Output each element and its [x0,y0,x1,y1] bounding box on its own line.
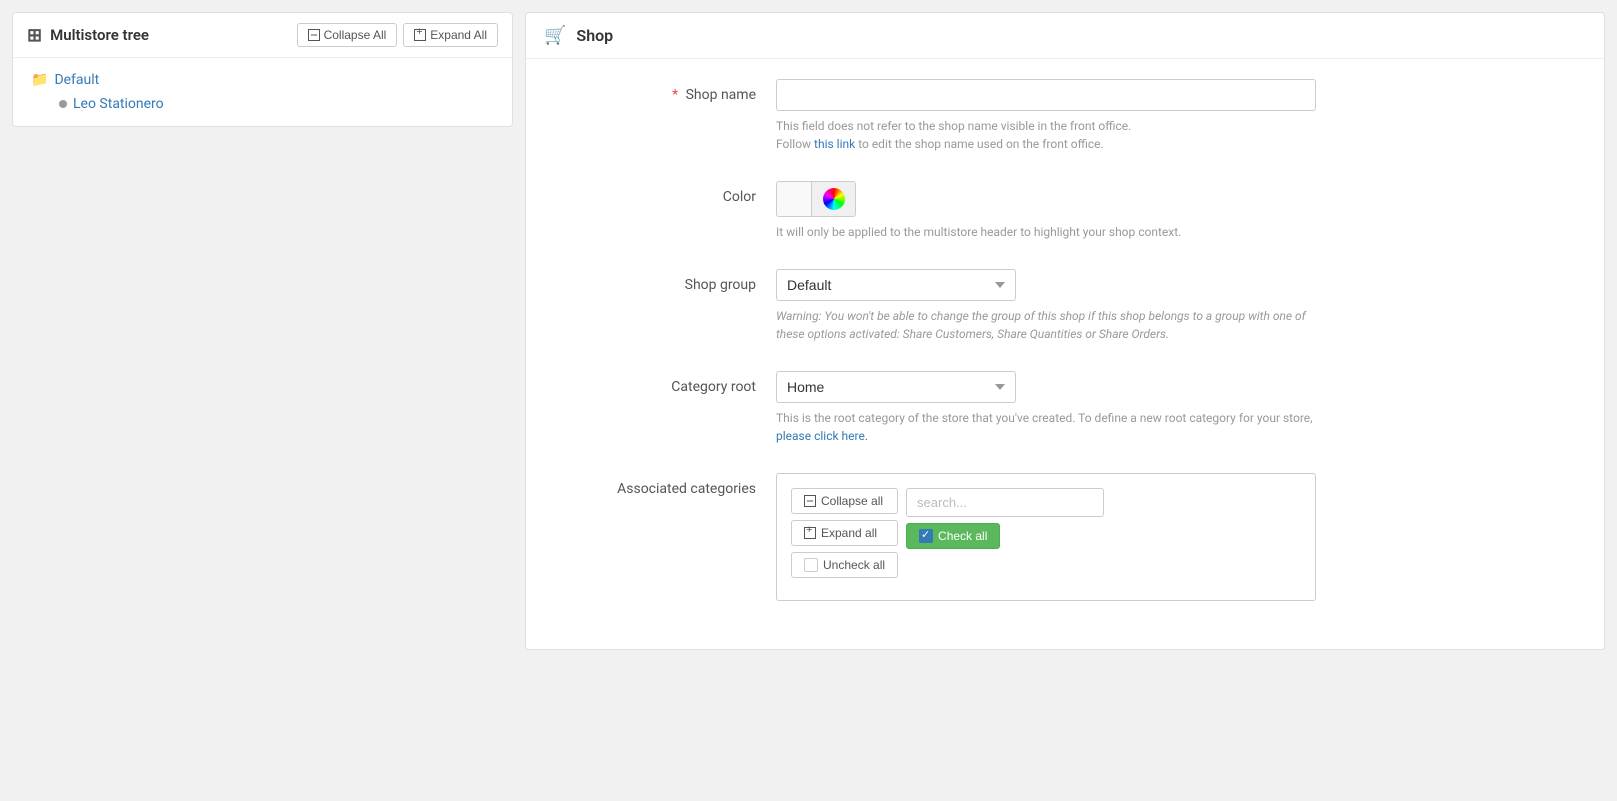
minus-icon [308,29,320,41]
associated-categories-label: Associated categories [556,473,776,497]
tree-header: ⊞ Multistore tree Collapse All Expand Al… [13,13,512,58]
expand-all-categories-button[interactable]: Expand all [791,520,898,546]
shop-name-link[interactable]: this link [814,137,855,151]
shop-group-select[interactable]: Default [776,269,1016,301]
shop-group-field: Default Warning: You won't be able to ch… [776,269,1574,343]
associated-categories-row: Associated categories Collapse all [556,473,1574,601]
category-root-help: This is the root category of the store t… [776,409,1316,445]
shop-title: Shop [576,26,613,45]
cart-icon: 🛒 [544,25,566,46]
color-row: Color It will only be applied to the mul… [556,181,1574,241]
color-picker-group [776,181,856,217]
color-wheel-icon [823,188,845,210]
tree-body: 📁 Default Leo Stationero [13,58,512,126]
required-star: * [672,87,678,103]
dot-icon [59,100,67,108]
tree-item-leo[interactable]: Leo Stationero [59,96,494,112]
shop-name-row: * Shop name This field does not refer to… [556,79,1574,153]
shop-name-input[interactable] [776,79,1316,111]
expand-all-button[interactable]: Expand All [403,23,498,47]
color-field: It will only be applied to the multistor… [776,181,1574,241]
uncheck-icon [804,558,818,572]
category-root-link[interactable]: please click here. [776,429,868,443]
shop-group-label: Shop group [556,269,776,293]
shop-name-help: This field does not refer to the shop na… [776,117,1316,153]
assoc-btn-group: Collapse all Expand all Uncheck all [791,488,898,578]
assoc-controls: Collapse all Expand all Uncheck all [791,488,1301,578]
assoc-right-group: Check all [906,488,1104,549]
left-panel: ⊞ Multistore tree Collapse All Expand Al… [0,0,525,801]
multistore-icon: ⊞ [27,25,42,46]
color-help: It will only be applied to the multistor… [776,223,1316,241]
check-all-button[interactable]: Check all [906,523,1000,549]
right-panel: 🛒 Shop * Shop name This field does not r… [525,0,1617,801]
uncheck-all-button[interactable]: Uncheck all [791,552,898,578]
plus-icon [414,29,426,41]
associated-categories-box: Collapse all Expand all Uncheck all [776,473,1316,601]
assoc-search-input[interactable] [906,488,1104,517]
tree-title: ⊞ Multistore tree [27,25,149,46]
collapse-minus-icon [804,495,816,507]
category-root-select[interactable]: Home [776,371,1016,403]
shop-header: 🛒 Shop [526,13,1604,59]
tree-actions: Collapse All Expand All [297,23,498,47]
category-root-row: Category root Home This is the root cate… [556,371,1574,445]
folder-icon: 📁 [31,72,48,88]
color-picker-button[interactable] [812,182,855,216]
associated-categories-field: Collapse all Expand all Uncheck all [776,473,1574,601]
shop-name-label: * Shop name [556,79,776,103]
check-all-icon [919,529,933,543]
color-label: Color [556,181,776,205]
tree-title-text: Multistore tree [50,26,149,44]
collapse-all-button[interactable]: Collapse All [297,23,398,47]
shop-group-warning: Warning: You won't be able to change the… [776,307,1316,343]
expand-plus-icon [804,527,816,539]
color-swatch [777,182,812,216]
collapse-all-categories-button[interactable]: Collapse all [791,488,898,514]
shop-name-field: This field does not refer to the shop na… [776,79,1574,153]
tree-group-default[interactable]: 📁 Default [31,72,494,88]
shop-card: 🛒 Shop * Shop name This field does not r… [525,12,1605,650]
category-root-field: Home This is the root category of the st… [776,371,1574,445]
shop-body: * Shop name This field does not refer to… [526,59,1604,649]
multistore-tree-card: ⊞ Multistore tree Collapse All Expand Al… [12,12,513,127]
shop-group-row: Shop group Default Warning: You won't be… [556,269,1574,343]
category-root-label: Category root [556,371,776,395]
